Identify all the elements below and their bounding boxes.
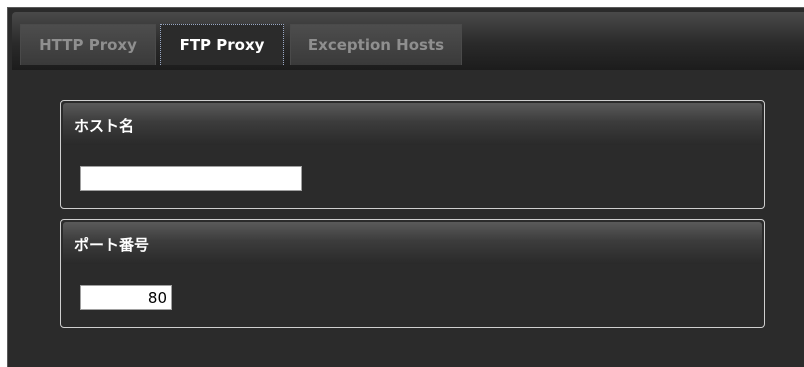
- port-number-label: ポート番号: [74, 236, 150, 254]
- proxy-settings-window: HTTP Proxy FTP Proxy Exception Hosts ホスト…: [7, 7, 804, 367]
- tab-exception-hosts[interactable]: Exception Hosts: [290, 24, 462, 65]
- port-number-group-header: ポート番号: [63, 222, 762, 264]
- host-name-group: ホスト名: [60, 100, 765, 209]
- host-name-group-header: ホスト名: [63, 103, 762, 145]
- tab-http-proxy[interactable]: HTTP Proxy: [20, 24, 156, 65]
- host-name-input[interactable]: [80, 166, 302, 191]
- tab-bar: HTTP Proxy FTP Proxy Exception Hosts: [12, 12, 804, 70]
- port-number-input[interactable]: [80, 285, 172, 310]
- port-number-group: ポート番号: [60, 219, 765, 328]
- tab-ftp-proxy[interactable]: FTP Proxy: [160, 24, 284, 65]
- host-name-label: ホスト名: [74, 117, 135, 135]
